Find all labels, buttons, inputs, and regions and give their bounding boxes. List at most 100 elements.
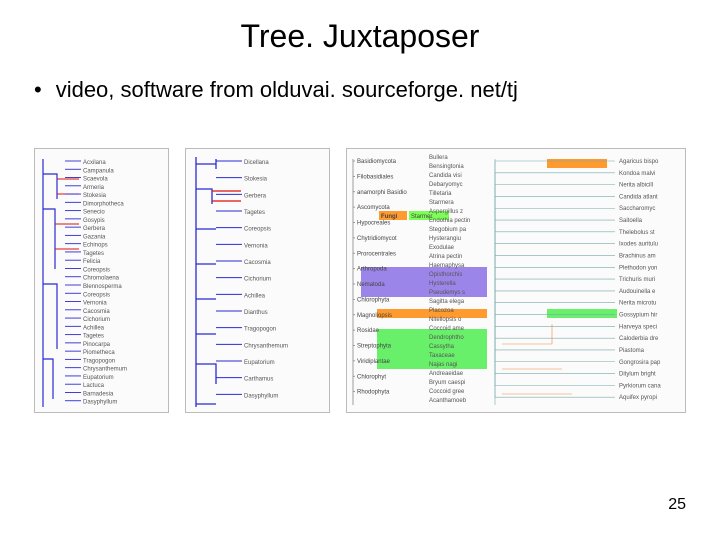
tree-leaf-label: Cichorium	[83, 317, 110, 323]
tree-leaf-label: Gossypium hir	[619, 313, 657, 319]
tree-leaf-label: Armeria	[83, 185, 105, 191]
tree-leaf-label: Filobasidiales	[357, 175, 393, 181]
tree-leaf-label: Magnoliopsis	[357, 313, 392, 319]
tree-leaf-label: Nerita albicill	[619, 183, 653, 189]
tree-leaf-label: Opisthorchis	[429, 272, 462, 278]
tree-leaf-label: Stokesia	[83, 193, 107, 199]
tree-leaf-label: Sagitta elega	[429, 299, 465, 305]
tree-leaf-label: Gongrosira pap	[619, 360, 661, 366]
tree-leaf-label: Harveya speci	[619, 325, 657, 331]
tree-leaf-label: Chrysanthemum	[244, 344, 288, 350]
tree-leaf-label: Coreopsis	[83, 293, 110, 299]
tree-leaf-label: Cacosmia	[244, 260, 271, 266]
tree-leaf-label: Prorocentrales	[357, 252, 396, 258]
tree-leaf-label: Saccharomyc	[619, 207, 655, 213]
tree-leaf-label: Cassytha	[429, 344, 455, 350]
tree-leaf-label: Endothia pectin	[429, 218, 470, 224]
tree-leaf-label: Blennosperma	[83, 284, 122, 290]
highlight-fungi: Fungi	[381, 214, 398, 220]
tree-leaf-label: Najas nagi	[429, 362, 457, 368]
tree-leaf-label: Dendrophtho	[429, 335, 464, 341]
tree-leaf-label: Eupatorium	[83, 375, 114, 381]
tree-leaf-label: Brachinus am	[619, 254, 656, 260]
tree-leaf-label: Dicellana	[244, 160, 269, 166]
tree-leaf-label: Aquifex pyropi	[619, 396, 657, 402]
tree-leaf-label: Coreopsis	[244, 227, 271, 233]
tree-leaf-label: Vernonia	[244, 244, 268, 250]
tree-leaf-label: Taxaceae	[429, 353, 455, 359]
tree-leaf-label: anamorphi Basidio	[357, 190, 407, 196]
tree-leaf-label: Eupatorium	[244, 360, 275, 366]
tree-leaf-label: Debaryomyc	[429, 182, 463, 188]
tree-leaf-label: Atrina pectin	[429, 254, 462, 260]
tree-leaf-label: Haemaphysa	[429, 263, 465, 269]
tree-leaf-label: Plethodon yon	[619, 266, 657, 272]
tree-leaf-label: Stegobium pa	[429, 227, 467, 233]
tree-leaf-label: Nitellopsis o	[429, 317, 462, 323]
tree-leaf-label: Hysterangiu	[429, 236, 461, 242]
tree-leaf-label: Candida visi	[429, 173, 462, 179]
tree-leaf-label: Bensingtonia	[429, 164, 464, 170]
tree-leaf-label: Dimorphotheca	[83, 202, 124, 208]
tree-leaf-label: Achillea	[83, 326, 105, 332]
tree-leaf-label: Piometheca	[83, 351, 115, 357]
tree-leaf-label: Ascomycota	[357, 206, 390, 212]
tree-leaf-label: Tagetes	[83, 251, 104, 257]
tree-leaf-label: Aspergillus z	[429, 209, 463, 215]
tree-leaf-label: Chlorophyt	[357, 375, 386, 381]
tree-leaf-label: Audouinella e	[619, 289, 656, 295]
tree-leaf-label: Placozoa	[429, 308, 454, 314]
tree-leaf-label: Caloderbia dre	[619, 337, 659, 343]
tree-leaf-label: Bryum caespi	[429, 380, 465, 386]
tree-leaf-label: Tragopogon	[244, 327, 276, 333]
tree-leaf-label: Gerbera	[244, 194, 267, 200]
tree-panel-2: DicellanaStokesiaGerberaTagetesCoreopsis…	[185, 148, 330, 413]
tree-leaf-label: Carthamus	[244, 377, 273, 383]
tree-leaf-label: Bullera	[429, 155, 448, 161]
tree-leaf-label: Vernonia	[83, 301, 107, 307]
tree-leaf-label: Thelebolus st	[619, 230, 655, 236]
tree-leaf-label: Streptophyta	[357, 344, 392, 350]
tree-leaf-label: Tragopogon	[83, 359, 115, 365]
tree-leaf-label: Pyrkiorum cana	[619, 384, 661, 390]
tree-leaf-label: Achillea	[244, 294, 266, 300]
tree-leaf-label: Nematoda	[357, 282, 385, 288]
slide-title: Tree. Juxtaposer	[0, 0, 720, 55]
tree-leaf-label: Tagetes	[83, 334, 104, 340]
highlight-starmera: Starmer	[411, 214, 432, 220]
tree-leaf-label: Coccoid gree	[429, 389, 465, 395]
tree-leaf-label: Rosidae	[357, 329, 380, 335]
tree-leaf-label: Candida atlant	[619, 195, 658, 201]
tree-leaf-label: Dasyphyllum	[83, 400, 117, 406]
bullet-text: video, software from olduvai. sourceforg…	[56, 77, 518, 103]
tree-leaf-label: Acanthamoeb	[429, 398, 467, 404]
tree-leaf-label: Piastoma	[619, 348, 645, 354]
tree-leaf-label: Lactuca	[83, 384, 105, 390]
tree-leaf-label: Echinops	[83, 243, 108, 249]
tree-leaf-label: Cichorium	[244, 277, 271, 283]
tree-leaf-label: Chytridiomycot	[357, 236, 397, 242]
bullet-dot-icon: •	[34, 77, 42, 103]
tree-leaf-label: Agaricus bispo	[619, 159, 659, 165]
tree-leaf-label: Dianthus	[244, 310, 268, 316]
tree-leaf-label: Andreaeidae	[429, 371, 464, 377]
tree-leaf-label: Coccoid ame	[429, 326, 465, 332]
tree-leaf-label: Exodulae	[429, 245, 455, 251]
bullet-item: • video, software from olduvai. sourcefo…	[0, 55, 720, 103]
tree-panel-3: Basidiomycota Filobasidiales anamorphi Bas…	[346, 148, 686, 413]
figure-row: AcxilanaCampanulaScaevolaArmeriaStokesia…	[0, 103, 720, 413]
tree-leaf-label: Basidiomycota	[357, 159, 397, 165]
tree-leaf-label: Ditylum bright	[619, 372, 656, 378]
tree-leaf-label: Hypocreales	[357, 221, 390, 227]
tree-leaf-label: Kondoa malvi	[619, 171, 655, 177]
tree-leaf-label: Cacosmia	[83, 309, 110, 315]
tree-leaf-label: Felicia	[83, 260, 101, 266]
tree-leaf-label: Nerita microtu	[619, 301, 656, 307]
tree-leaf-label: Senecio	[83, 210, 105, 216]
tree-leaf-label: Viridiplantae	[357, 359, 391, 365]
tree-leaf-label: Chrysanthemum	[83, 367, 127, 373]
tree-leaf-label: Trichuris muri	[619, 277, 655, 283]
tree-leaf-label: Campanula	[83, 169, 114, 175]
tree-leaf-label: Gazania	[83, 235, 106, 241]
tree-leaf-label: Acxilana	[83, 160, 106, 166]
